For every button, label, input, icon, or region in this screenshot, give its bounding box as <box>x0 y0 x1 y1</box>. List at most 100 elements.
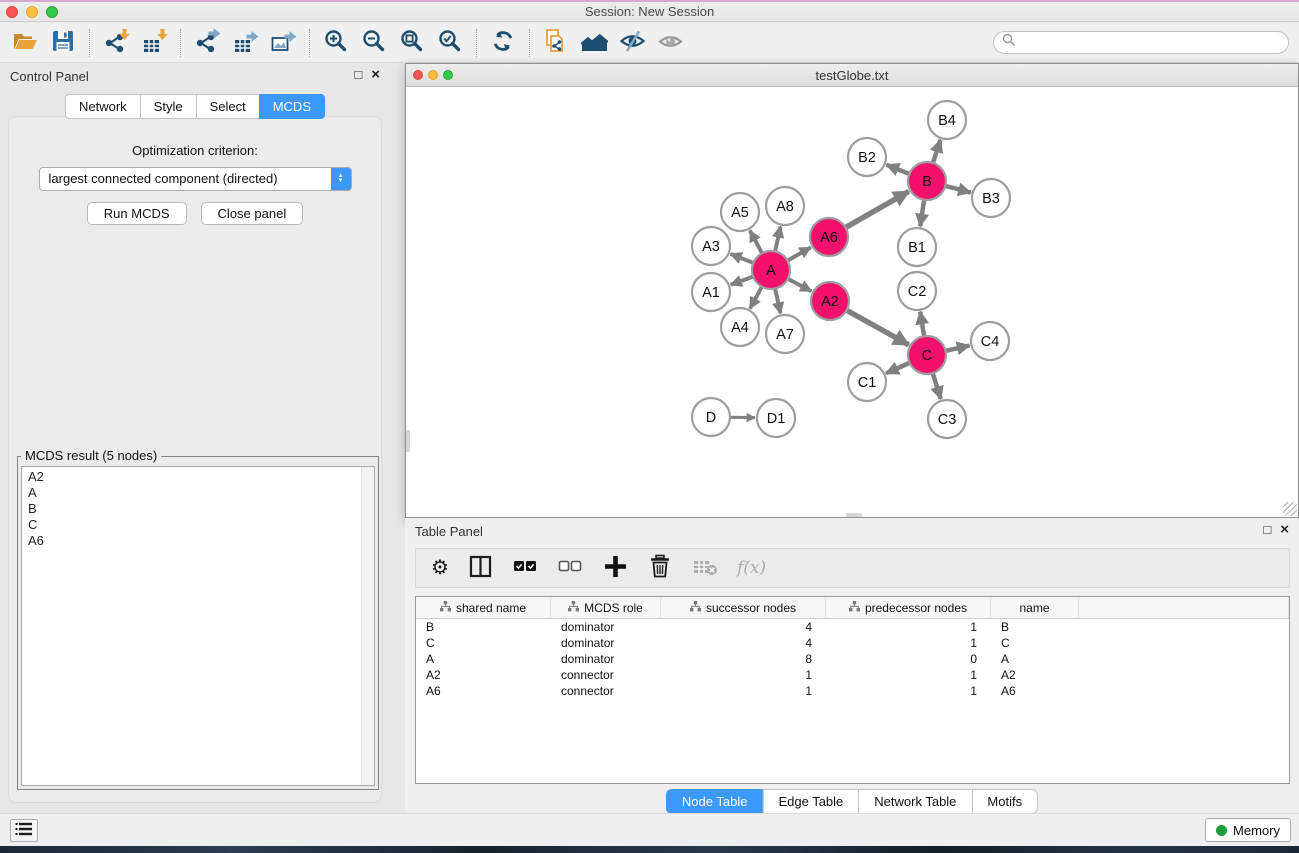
edge-C-C4[interactable] <box>944 346 970 352</box>
result-item[interactable]: A2 <box>28 469 368 485</box>
node-D1[interactable]: D1 <box>757 399 795 437</box>
result-item[interactable]: A <box>28 485 368 501</box>
edge-B-B1[interactable] <box>920 198 924 226</box>
table-settings-button[interactable]: ⚙ <box>431 558 449 578</box>
edge-B-B4[interactable] <box>932 140 940 165</box>
edge-A-A1[interactable] <box>731 276 755 285</box>
table-cell[interactable]: B <box>991 619 1079 635</box>
table-row[interactable]: Adominator80A <box>416 651 1289 667</box>
tab-select[interactable]: Select <box>196 94 259 119</box>
table-cell[interactable]: A2 <box>416 667 551 683</box>
node-table[interactable]: shared nameMCDS rolesuccessor nodesprede… <box>415 596 1290 784</box>
export-table-button[interactable] <box>226 27 264 59</box>
search-input[interactable] <box>1016 36 1288 50</box>
export-network-button[interactable] <box>188 27 226 59</box>
node-A3[interactable]: A3 <box>692 227 730 265</box>
tab-motifs[interactable]: Motifs <box>971 789 1038 814</box>
float-panel-icon[interactable]: □ <box>354 68 362 82</box>
node-B3[interactable]: B3 <box>972 179 1010 217</box>
run-mcds-button[interactable]: Run MCDS <box>87 202 187 225</box>
table-cell[interactable]: connector <box>551 683 661 699</box>
table-row[interactable]: A6connector11A6 <box>416 683 1289 699</box>
node-C4[interactable]: C4 <box>971 322 1009 360</box>
zoom-fit-button[interactable] <box>393 27 431 59</box>
close-panel-icon[interactable]: × <box>371 68 380 82</box>
table-cell[interactable]: C <box>416 635 551 651</box>
table-cell[interactable]: A <box>416 651 551 667</box>
edge-A2-C[interactable] <box>845 309 909 345</box>
table-cell[interactable]: connector <box>551 667 661 683</box>
tab-network[interactable]: Network <box>65 94 140 119</box>
column-header-name[interactable]: name <box>991 597 1079 618</box>
table-close-panel-icon[interactable]: × <box>1280 523 1289 537</box>
toggle-graphics-details-button[interactable] <box>613 27 651 59</box>
edge-C-C1[interactable] <box>886 362 911 373</box>
task-history-button[interactable] <box>10 819 38 842</box>
memory-button[interactable]: Memory <box>1205 818 1291 842</box>
table-cell[interactable]: 1 <box>826 635 991 651</box>
table-cell[interactable]: dominator <box>551 651 661 667</box>
table-float-panel-icon[interactable]: □ <box>1263 523 1271 537</box>
result-item[interactable]: A6 <box>28 533 368 549</box>
table-cell[interactable]: 1 <box>826 619 991 635</box>
node-A[interactable]: A <box>752 251 790 289</box>
close-panel-button[interactable]: Close panel <box>201 202 304 225</box>
node-D[interactable]: D <box>692 398 730 436</box>
edge-A-A6[interactable] <box>786 247 811 261</box>
delete-column-button[interactable] <box>647 553 674 583</box>
table-cell[interactable]: 1 <box>826 667 991 683</box>
node-A5[interactable]: A5 <box>721 193 759 231</box>
table-cell[interactable]: A <box>991 651 1079 667</box>
result-scrollbar[interactable] <box>361 467 374 785</box>
table-cell[interactable]: 4 <box>661 619 826 635</box>
table-cell[interactable]: A6 <box>416 683 551 699</box>
select-all-button[interactable] <box>512 553 539 583</box>
edge-A-A7[interactable] <box>775 287 781 314</box>
add-column-button[interactable] <box>602 553 629 583</box>
search-field[interactable] <box>993 31 1289 54</box>
node-A4[interactable]: A4 <box>721 308 759 346</box>
zoom-selected-button[interactable] <box>431 27 469 59</box>
result-item[interactable]: B <box>28 501 368 517</box>
open-session-button[interactable] <box>6 27 44 59</box>
table-cell[interactable]: dominator <box>551 619 661 635</box>
save-session-button[interactable] <box>44 27 82 59</box>
import-table-button[interactable] <box>135 27 173 59</box>
tab-mcds[interactable]: MCDS <box>259 94 325 119</box>
node-B[interactable]: B <box>908 162 946 200</box>
duplicate-network-button[interactable] <box>537 27 575 59</box>
node-A7[interactable]: A7 <box>766 315 804 353</box>
network-window-titlebar[interactable]: testGlobe.txt <box>406 64 1298 87</box>
tab-style[interactable]: Style <box>140 94 196 119</box>
column-header-shared-name[interactable]: shared name <box>416 597 551 618</box>
result-item[interactable]: C <box>28 517 368 533</box>
tab-edge-table[interactable]: Edge Table <box>762 789 858 814</box>
node-C2[interactable]: C2 <box>898 272 936 310</box>
column-header-MCDS-role[interactable]: MCDS role <box>551 597 661 618</box>
table-cell[interactable]: 8 <box>661 651 826 667</box>
table-row[interactable]: A2connector11A2 <box>416 667 1289 683</box>
edge-C-C2[interactable] <box>920 312 924 338</box>
deselect-all-button[interactable] <box>557 553 584 583</box>
edge-C-C3[interactable] <box>932 371 941 399</box>
node-C1[interactable]: C1 <box>848 363 886 401</box>
table-cell[interactable]: 1 <box>661 667 826 683</box>
table-cell[interactable]: 1 <box>826 683 991 699</box>
table-cell[interactable]: B <box>416 619 551 635</box>
zoom-in-button[interactable] <box>317 27 355 59</box>
node-C[interactable]: C <box>908 336 946 374</box>
network-graph[interactable]: A5A8A3AA1A4A7A6A2BB2B4B3B1C2CC4C1C3DD1 <box>406 87 1298 517</box>
window-resize-handle-icon[interactable] <box>1283 502 1297 516</box>
toggle-panes-button[interactable] <box>467 553 494 583</box>
table-cell[interactable]: 0 <box>826 651 991 667</box>
node-A6[interactable]: A6 <box>810 218 848 256</box>
table-cell[interactable]: 1 <box>661 683 826 699</box>
tab-network-table[interactable]: Network Table <box>858 789 971 814</box>
table-row[interactable]: Cdominator41C <box>416 635 1289 651</box>
network-horizontal-scrollbar[interactable] <box>846 513 862 517</box>
node-B2[interactable]: B2 <box>848 138 886 176</box>
node-B4[interactable]: B4 <box>928 101 966 139</box>
node-A1[interactable]: A1 <box>692 273 730 311</box>
node-A8[interactable]: A8 <box>766 187 804 225</box>
edge-A-A2[interactable] <box>786 278 811 291</box>
